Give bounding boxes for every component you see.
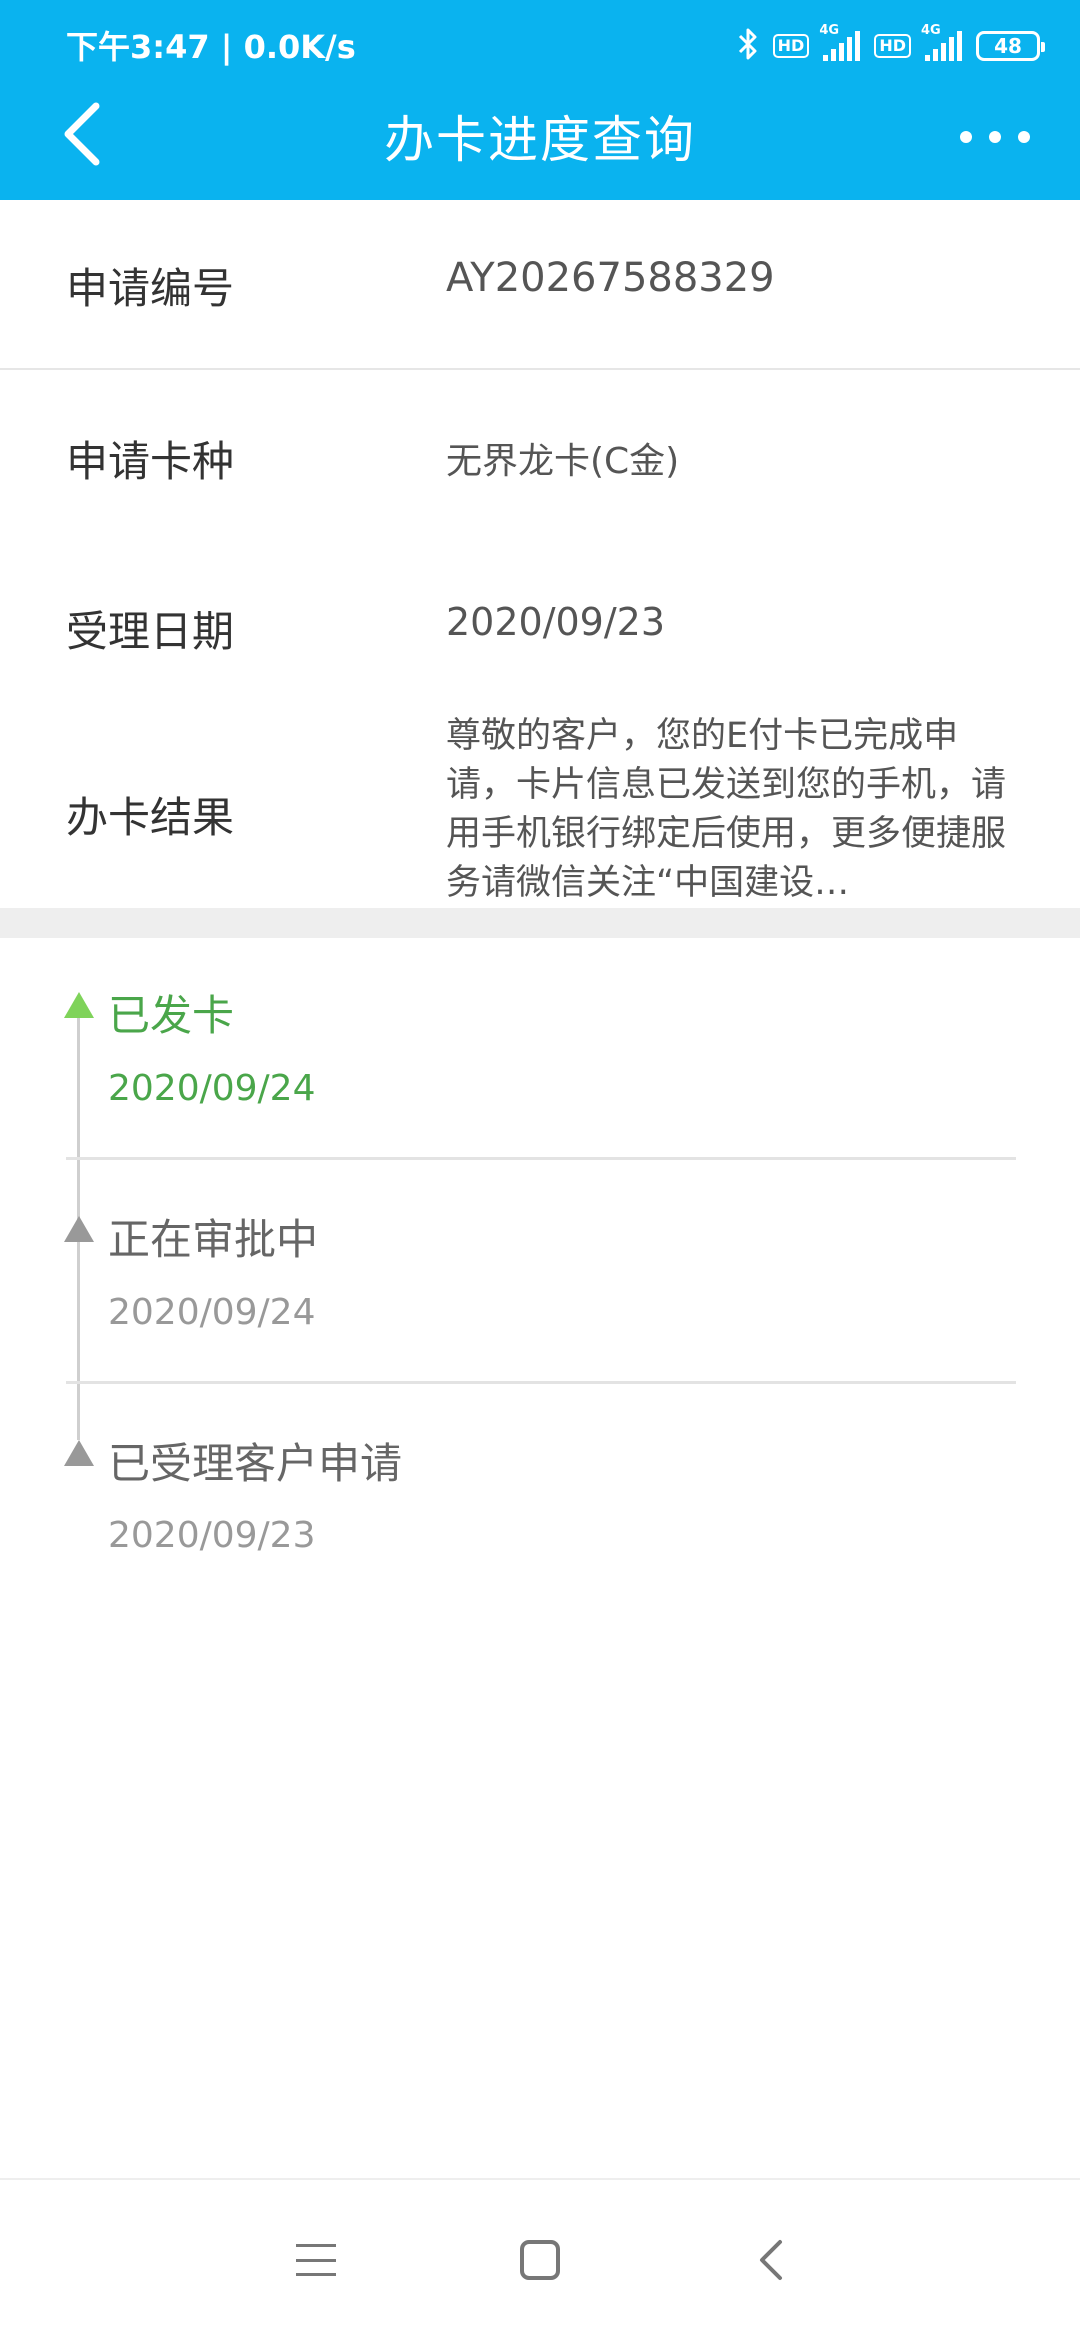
divider [0,368,1080,370]
hd-badge-2: HD [874,34,911,58]
status-icons: HD 4G HD 4G 48 [737,23,1045,66]
section-separator [0,908,1080,938]
hd-badge: HD [772,34,810,58]
bluetooth-icon [737,27,759,65]
signal-icon-2: 4G [921,23,962,61]
system-back-icon [760,2240,782,2280]
home-button[interactable] [520,2240,560,2280]
card-type-value: 无界龙卡(C金) [446,441,680,482]
system-back-button[interactable] [752,2236,792,2284]
menu-line [296,2258,336,2262]
step-triangle-icon [64,1216,94,1242]
step-title: 正在审批中 [108,1215,319,1264]
step-active-triangle-icon [64,992,94,1018]
recent-apps-button[interactable] [296,2240,336,2280]
step-date: 2020/09/24 [108,1068,316,1109]
application-number-label: 申请编号 [66,264,235,313]
more-dot-icon [989,131,1001,143]
signal-icon: 4G [819,23,861,61]
step-divider [66,1157,1016,1160]
result-label: 办卡结果 [66,793,235,842]
menu-line [296,2244,336,2247]
battery-icon: 48 [976,31,1045,61]
network-type-label-2: 4G [921,23,941,38]
battery-level: 48 [994,34,1022,58]
accept-date-label: 受理日期 [66,607,235,656]
more-dot-icon [1018,131,1030,143]
status-time: 下午3:47 | 0.0K/s [66,28,356,66]
step-date: 2020/09/24 [108,1292,316,1333]
step-triangle-icon [64,1440,94,1466]
result-text: 尊敬的客户，您的E付卡已完成申请，卡片信息已发送到您的手机，请用手机银行绑定后使… [446,716,1006,903]
page-title: 办卡进度查询 [384,111,696,169]
step-divider [66,1381,1016,1384]
top-bar: 下午3:47 | 0.0K/s HD 4G HD 4G 48 办卡进度查询 [0,0,1080,200]
more-dot-icon [960,131,972,143]
step-title: 已受理客户申请 [108,1439,403,1488]
network-type-label: 4G [819,23,840,38]
step-title: 已发卡 [108,991,235,1040]
system-navigation-bar [0,2178,1080,2340]
more-options-button[interactable] [960,122,1030,152]
menu-line [296,2273,336,2276]
card-type-label: 申请卡种 [66,437,235,486]
step-date: 2020/09/23 [108,1515,316,1556]
application-number-value: AY20267588329 [446,255,775,301]
accept-date-value: 2020/09/23 [446,600,666,644]
